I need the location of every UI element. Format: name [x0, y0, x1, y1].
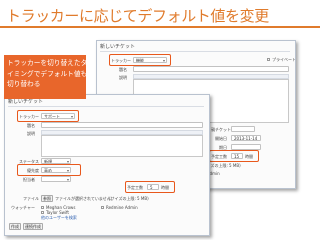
title-underline [0, 26, 320, 28]
parent-input[interactable] [231, 126, 255, 132]
form-heading: 新しいチケット [8, 99, 44, 105]
callout-line: トラッカーを切り替えたタ [7, 59, 88, 67]
start-date-input[interactable]: 2013-11-14 [231, 135, 261, 141]
file-browse-button[interactable]: 参照 [41, 195, 53, 202]
description-label: 説明 [27, 131, 35, 136]
heading-divider [100, 51, 290, 52]
new-issue-form-support: 新しいチケット トラッカー サポート 題名 説明 ステータス 新規 優先度 高め… [4, 94, 210, 236]
description-textarea[interactable] [41, 135, 203, 157]
priority-highlight [17, 164, 81, 176]
tracker-highlight [17, 110, 79, 122]
continue-button[interactable]: 連続作成 [23, 223, 43, 230]
start-label: 開始日 [215, 136, 227, 141]
watcher-checkbox[interactable] [41, 211, 44, 214]
callout-line: イミングでデフォルト値も [7, 69, 88, 78]
private-checkbox[interactable] [267, 58, 270, 61]
subject-input[interactable] [133, 66, 289, 72]
file-label: ファイル [23, 196, 39, 201]
file-size-note: (サイズの上限: 5 MB) [109, 196, 149, 201]
explanation-callout: トラッカーを切り替えたタ イミングでデフォルト値も 切り替わる [4, 55, 88, 99]
estimate-highlight [209, 150, 259, 162]
parent-label: 親チケット [211, 127, 231, 132]
form-heading: 新しいチケット [100, 44, 136, 50]
assignee-select[interactable] [41, 176, 71, 182]
watcher-name: Redmine Admin [106, 205, 138, 210]
subject-input[interactable] [41, 122, 203, 128]
private-label: プライベート [272, 57, 296, 62]
file-note: ファイルが選択されていません。 [55, 196, 115, 201]
watcher-checkbox[interactable] [101, 206, 104, 209]
heading-divider [8, 106, 204, 107]
description-label: 説明 [119, 75, 127, 80]
subject-label: 題名 [27, 123, 35, 128]
estimate-highlight [125, 181, 175, 193]
watchers-label: ウォッチャー [11, 205, 35, 210]
callout-line: 切り替わる [7, 80, 41, 88]
search-watchers-link[interactable]: 他のユーザーを検索 [41, 215, 77, 221]
create-button[interactable]: 作成 [9, 223, 21, 230]
watcher-checkbox[interactable] [41, 206, 44, 209]
slide-title: トラッカーに応じてデフォルト値を変更 [6, 7, 269, 25]
tracker-highlight [109, 54, 171, 66]
start-date-value: 2013-11-14 [234, 136, 258, 141]
subject-label: 題名 [119, 67, 127, 72]
assignee-label: 担当者 [23, 177, 35, 182]
